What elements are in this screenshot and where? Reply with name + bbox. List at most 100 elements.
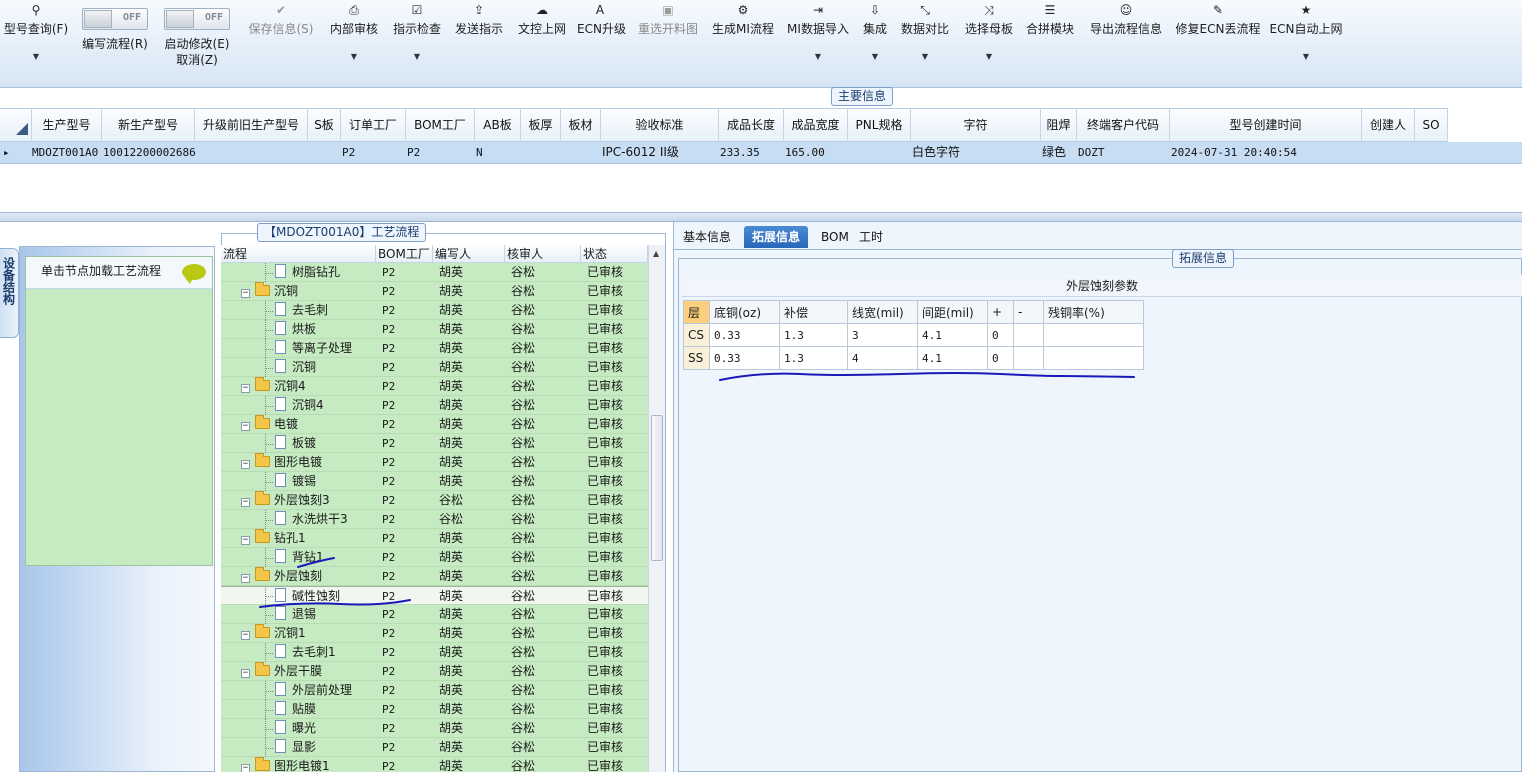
dropdown-arrow-icon[interactable]: ▼ xyxy=(960,52,1018,61)
grid-cell[interactable] xyxy=(562,142,602,163)
toolbar-button-2[interactable]: ⎙ 内部审核 ▼ xyxy=(326,0,382,70)
scroll-up-icon[interactable]: ▲ xyxy=(653,249,659,258)
tree-node-step[interactable]: 贴膜 P2 胡英 谷松 已审核 xyxy=(221,700,648,719)
grid-cell[interactable]: 233.35 xyxy=(720,142,785,163)
toolbar-button-16[interactable]: ★ ECN自动上网 ▼ xyxy=(1268,0,1344,70)
collapse-toggle-icon[interactable]: − xyxy=(241,460,250,469)
grid-col-header[interactable]: PNL规格 xyxy=(848,109,911,142)
collapse-toggle-icon[interactable]: − xyxy=(241,536,250,545)
grid-col-header[interactable]: 生产型号 xyxy=(32,109,102,142)
load-process-hint[interactable]: 单击节点加载工艺流程 xyxy=(26,257,212,289)
param-cell[interactable]: 4.1 xyxy=(917,323,988,347)
grid-cell[interactable]: DOZT xyxy=(1078,142,1171,163)
toggle-switch[interactable]: OFF xyxy=(82,8,148,30)
toolbar-button-3[interactable]: ☑ 指示检查 ▼ xyxy=(389,0,445,70)
tree-node-step[interactable]: 外层前处理 P2 胡英 谷松 已审核 xyxy=(221,681,648,700)
grid-col-header[interactable]: 升级前旧生产型号 xyxy=(195,109,308,142)
tree-node-group[interactable]: − 图形电镀1 P2 胡英 谷松 已审核 xyxy=(221,757,648,772)
toggle-1[interactable]: OFF 启动修改(E) 取消(Z) xyxy=(152,8,242,68)
tree-col-header[interactable]: 编写人 xyxy=(433,245,505,263)
dropdown-arrow-icon[interactable]: ▼ xyxy=(0,52,72,61)
tree-col-header[interactable]: 流程 xyxy=(221,245,376,263)
toggle-switch[interactable]: OFF xyxy=(164,8,230,30)
grid-cell[interactable]: P2 xyxy=(407,142,476,163)
grid-cell[interactable]: P2 xyxy=(342,142,407,163)
grid-cell[interactable] xyxy=(309,142,342,163)
grid-cell[interactable] xyxy=(1363,142,1416,163)
grid-col-header[interactable]: BOM工厂 xyxy=(406,109,475,142)
tree-node-step[interactable]: 碱性蚀刻 P2 胡英 谷松 已审核 xyxy=(221,586,648,605)
grid-cell[interactable]: MDOZT001A0 xyxy=(32,142,102,163)
collapse-toggle-icon[interactable]: − xyxy=(241,384,250,393)
grid-col-header[interactable]: 板材 xyxy=(561,109,601,142)
grid-col-header[interactable]: 创建人 xyxy=(1362,109,1415,142)
grid-cell[interactable]: 2024-07-31 20:40:54 xyxy=(1171,142,1363,163)
tree-node-group[interactable]: − 电镀 P2 胡英 谷松 已审核 xyxy=(221,415,648,434)
grid-col-header[interactable]: S板 xyxy=(308,109,341,142)
dropdown-arrow-icon[interactable]: ▼ xyxy=(857,52,893,61)
param-cell[interactable]: 0.33 xyxy=(709,323,780,347)
grid-col-header[interactable]: 型号创建时间 xyxy=(1170,109,1362,142)
grid-cell[interactable]: 165.00 xyxy=(785,142,849,163)
grid-col-header[interactable]: AB板 xyxy=(475,109,521,142)
dropdown-arrow-icon[interactable]: ▼ xyxy=(897,52,953,61)
tab-1[interactable]: 拓展信息 xyxy=(744,226,809,248)
splitter[interactable] xyxy=(0,212,1522,222)
tab-3[interactable]: 工时 xyxy=(851,226,891,248)
toolbar-button-7[interactable]: ▣ 重选开料图 xyxy=(635,0,701,70)
param-cell[interactable]: CS xyxy=(683,323,710,347)
tree-node-group[interactable]: − 外层干膜 P2 胡英 谷松 已审核 xyxy=(221,662,648,681)
param-cell[interactable]: 0.33 xyxy=(709,346,780,370)
param-cell[interactable]: 1.3 xyxy=(779,323,848,347)
tree-node-group[interactable]: − 外层蚀刻3 P2 谷松 谷松 已审核 xyxy=(221,491,648,510)
grid-col-header[interactable]: 订单工厂 xyxy=(341,109,406,142)
dropdown-arrow-icon[interactable]: ▼ xyxy=(389,52,445,61)
dropdown-arrow-icon[interactable]: ▼ xyxy=(783,52,853,61)
grid-cell[interactable]: IPC-6012 II级 xyxy=(602,142,720,163)
toolbar-button-10[interactable]: ⇩ 集成 ▼ xyxy=(857,0,893,70)
grid-col-header[interactable]: 字符 xyxy=(911,109,1041,142)
tree-node-step[interactable]: 树脂钻孔 P2 胡英 谷松 已审核 xyxy=(221,263,648,282)
grid-col-header[interactable]: 成品长度 xyxy=(719,109,784,142)
tree-node-step[interactable]: 退锡 P2 胡英 谷松 已审核 xyxy=(221,605,648,624)
tree-node-step[interactable]: 板镀 P2 胡英 谷松 已审核 xyxy=(221,434,648,453)
toggle-0[interactable]: OFF 编写流程(R) xyxy=(70,8,160,52)
param-cell[interactable]: 0 xyxy=(987,323,1014,347)
tree-node-group[interactable]: − 沉铜4 P2 胡英 谷松 已审核 xyxy=(221,377,648,396)
tree-node-group[interactable]: − 沉铜1 P2 胡英 谷松 已审核 xyxy=(221,624,648,643)
collapse-toggle-icon[interactable]: − xyxy=(241,669,250,678)
param-cell[interactable]: 4.1 xyxy=(917,346,988,370)
tree-col-header[interactable]: 核审人 xyxy=(505,245,581,263)
tree-node-group[interactable]: − 沉铜 P2 胡英 谷松 已审核 xyxy=(221,282,648,301)
tree-col-header[interactable]: BOM工厂 xyxy=(376,245,433,263)
param-cell[interactable]: 3 xyxy=(847,323,918,347)
grid-col-header[interactable]: 阻焊 xyxy=(1041,109,1077,142)
grid-cell[interactable]: N xyxy=(476,142,522,163)
tree-col-header[interactable]: 状态 xyxy=(581,245,648,263)
collapse-toggle-icon[interactable]: − xyxy=(241,574,250,583)
tree-node-step[interactable]: 沉铜 P2 胡英 谷松 已审核 xyxy=(221,358,648,377)
toolbar-button-8[interactable]: ⚙ 生成MI流程 xyxy=(708,0,778,70)
param-cell[interactable]: 4 xyxy=(847,346,918,370)
collapse-toggle-icon[interactable]: − xyxy=(241,498,250,507)
side-tab-equipment-structure[interactable]: 设备结构 xyxy=(0,248,19,338)
toolbar-button-15[interactable]: ✎ 修复ECN丢流程 xyxy=(1173,0,1263,70)
collapse-toggle-icon[interactable]: − xyxy=(241,631,250,640)
collapse-toggle-icon[interactable]: − xyxy=(241,764,250,772)
tree-node-step[interactable]: 背钻1 P2 胡英 谷松 已审核 xyxy=(221,548,648,567)
grid-row-selected[interactable]: ▸ MDOZT001A0 10012200002686 P2 P2 N IPC-6012 I… xyxy=(0,142,1522,164)
tree-node-group[interactable]: − 图形电镀 P2 胡英 谷松 已审核 xyxy=(221,453,648,472)
param-cell[interactable] xyxy=(1043,323,1144,347)
tree-node-group[interactable]: − 外层蚀刻 P2 胡英 谷松 已审核 xyxy=(221,567,648,586)
param-row[interactable]: CS 0.33 1.3 3 4.1 0 xyxy=(683,323,1144,347)
toolbar-button-0[interactable]: ⚲ 型号查询(F) ▼ xyxy=(0,0,72,70)
param-cell[interactable] xyxy=(1013,323,1044,347)
grid-col-header[interactable]: 终端客户代码 xyxy=(1077,109,1170,142)
param-cell[interactable]: SS xyxy=(683,346,710,370)
toolbar-button-6[interactable]: A ECN升级 xyxy=(577,0,626,70)
grid-col-header[interactable]: 成品宽度 xyxy=(784,109,848,142)
tree-node-step[interactable]: 沉铜4 P2 胡英 谷松 已审核 xyxy=(221,396,648,415)
toolbar-button-4[interactable]: ⇪ 发送指示 xyxy=(451,0,507,70)
toolbar-button-5[interactable]: ☁ 文控上网 xyxy=(514,0,570,70)
dropdown-arrow-icon[interactable]: ▼ xyxy=(1268,52,1344,61)
